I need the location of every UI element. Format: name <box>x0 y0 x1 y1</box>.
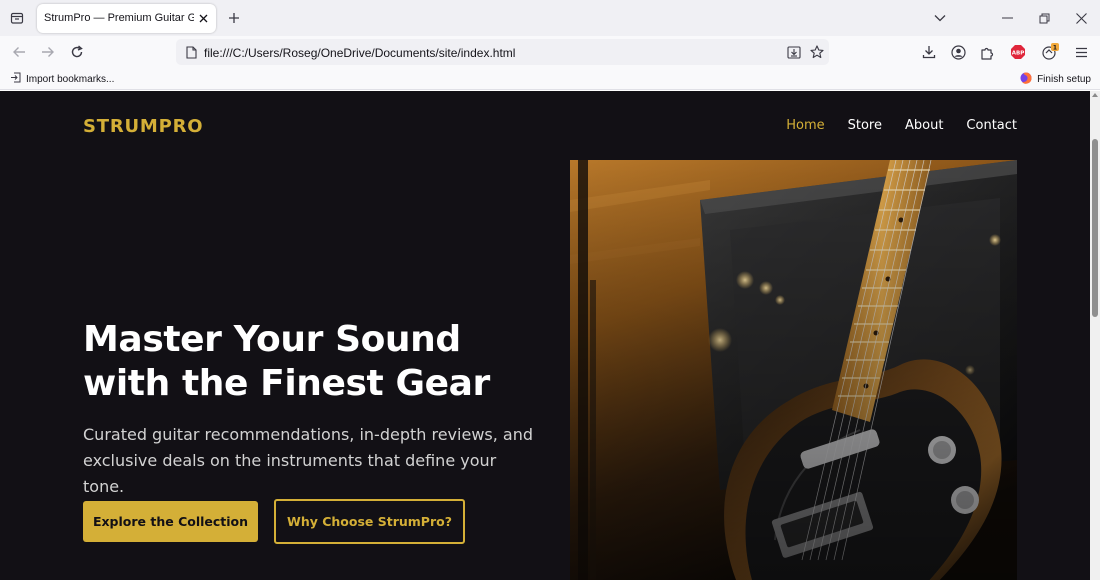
chevron-down-icon[interactable] <box>931 9 949 27</box>
page-scrollbar[interactable] <box>1090 91 1100 580</box>
restore-icon[interactable] <box>1035 9 1053 27</box>
finish-setup-label: Finish setup <box>1037 74 1091 85</box>
page-viewport: STRUMPRO Home Store About Contact Master… <box>0 91 1090 580</box>
site-logo[interactable]: STRUMPRO <box>83 116 203 137</box>
scroll-up-arrow-icon[interactable] <box>1092 93 1098 97</box>
nav-link-home[interactable]: Home <box>786 118 824 133</box>
explore-collection-button[interactable]: Explore the Collection <box>83 501 258 542</box>
extensions-icon[interactable] <box>978 43 996 61</box>
forward-icon[interactable] <box>39 43 57 61</box>
nav-link-contact[interactable]: Contact <box>966 118 1017 133</box>
notification-icon[interactable]: 1 <box>1041 43 1059 61</box>
scroll-thumb[interactable] <box>1092 139 1098 317</box>
nav-link-store[interactable]: Store <box>848 118 882 133</box>
close-window-icon[interactable] <box>1072 9 1090 27</box>
account-icon[interactable] <box>949 43 967 61</box>
hero-title-line-2: with the Finest Gear <box>83 363 490 404</box>
url-text: file:///C:/Users/Roseg/OneDrive/Document… <box>204 46 516 60</box>
bookmark-star-icon[interactable] <box>808 43 826 61</box>
reload-icon[interactable] <box>68 43 86 61</box>
adblock-icon[interactable]: ABP <box>1009 43 1027 61</box>
nav-link-about[interactable]: About <box>905 118 943 133</box>
browser-tab[interactable]: StrumPro — Premium Guitar Gear & <box>37 4 216 33</box>
minimize-icon[interactable] <box>998 9 1016 27</box>
hero-subtitle: Curated guitar recommendations, in-depth… <box>83 425 534 496</box>
svg-text:ABP: ABP <box>1012 51 1024 57</box>
hero-guitar-image <box>570 160 1017 580</box>
hero-title-line-1: Master Your Sound <box>83 319 461 360</box>
menu-icon[interactable] <box>1072 43 1090 61</box>
tab-list-icon[interactable] <box>6 7 28 29</box>
why-choose-button[interactable]: Why Choose StrumPro? <box>274 499 465 544</box>
tab-title: StrumPro — Premium Guitar Gear & <box>44 12 194 24</box>
close-icon[interactable] <box>196 11 210 25</box>
url-bar[interactable]: file:///C:/Users/Roseg/OneDrive/Document… <box>176 39 829 65</box>
page-icon <box>184 44 198 60</box>
download-icon[interactable] <box>920 43 938 61</box>
hero-title: Master Your Sound with the Finest Gear <box>83 318 553 406</box>
firefox-icon <box>1020 72 1032 87</box>
navigation-toolbar: file:///C:/Users/Roseg/OneDrive/Document… <box>0 36 1100 68</box>
finish-setup-button[interactable]: Finish setup <box>1020 72 1091 87</box>
back-icon[interactable] <box>10 43 28 61</box>
tab-strip: StrumPro — Premium Guitar Gear & <box>0 0 1100 36</box>
plus-icon[interactable] <box>225 9 243 27</box>
import-icon <box>10 72 21 86</box>
save-page-icon[interactable] <box>785 43 803 61</box>
import-bookmarks-button[interactable]: Import bookmarks... <box>10 72 114 86</box>
svg-text:1: 1 <box>1053 45 1057 52</box>
site-nav: Home Store About Contact <box>786 118 1017 133</box>
bookmarks-toolbar: Import bookmarks... Finish setup <box>0 68 1100 90</box>
import-bookmarks-label: Import bookmarks... <box>26 73 115 85</box>
